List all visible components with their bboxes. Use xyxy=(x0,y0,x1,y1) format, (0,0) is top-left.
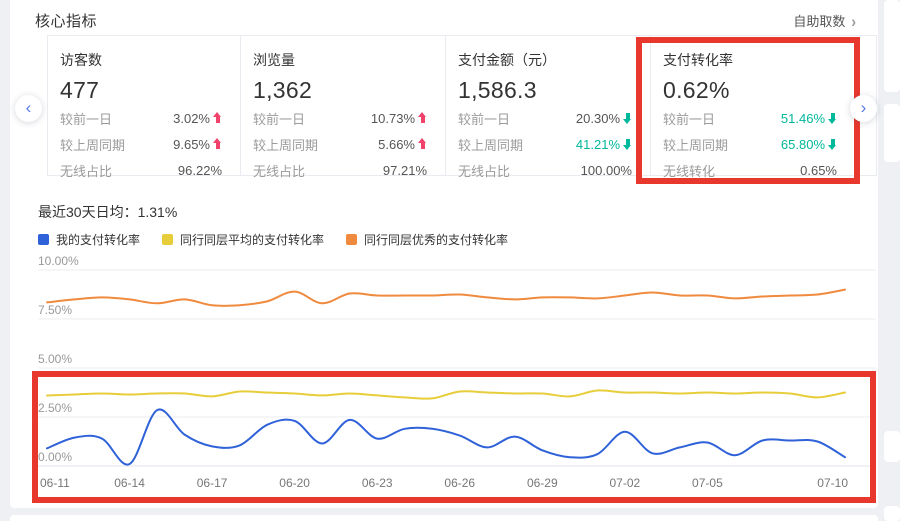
x-axis-tick: 06-17 xyxy=(197,476,228,490)
card-title: 支付金额（元） xyxy=(458,50,632,70)
metric-card-payment-amount[interactable]: 支付金额（元） 1,586.3 较前一日 20.30% 较上周同期 41.21%… xyxy=(445,36,650,175)
metric-row: 无线占比 97.21% xyxy=(253,158,427,182)
metric-row-value: 96.22% xyxy=(178,163,222,178)
trend-arrow-icon xyxy=(623,112,632,124)
page-title: 核心指标 xyxy=(35,10,97,31)
self-service-data-link[interactable]: 自助取数 › xyxy=(793,11,856,30)
x-axis-tick: 07-05 xyxy=(692,476,723,490)
metric-row: 较上周同期 9.65% xyxy=(60,132,222,156)
metric-row-label: 较上周同期 xyxy=(458,135,523,154)
metric-row-label: 无线占比 xyxy=(458,161,510,180)
metric-row: 较上周同期 65.80% xyxy=(663,132,837,156)
chevron-left-icon: ‹ xyxy=(26,99,32,116)
metric-row: 无线占比 100.00% xyxy=(458,158,632,182)
metric-row-value: 5.66% xyxy=(378,137,427,152)
metric-row-label: 较前一日 xyxy=(60,109,112,128)
x-axis-tick: 06-20 xyxy=(279,476,310,490)
x-axis-tick: 06-26 xyxy=(444,476,475,490)
adjacent-panel xyxy=(884,0,900,92)
legend-label: 同行同层平均的支付转化率 xyxy=(180,231,324,248)
legend-swatch-orange xyxy=(346,234,357,245)
metric-card-visitors[interactable]: 访客数 477 较前一日 3.02% 较上周同期 9.65% 无线占比 96.2… xyxy=(47,36,240,175)
card-value: 0.62% xyxy=(663,77,837,104)
next-section-panel xyxy=(10,515,878,521)
metric-row: 较前一日 10.73% xyxy=(253,106,427,130)
x-axis-tick: 06-23 xyxy=(362,476,393,490)
dashboard-screen: 核心指标 自助取数 › 访客数 477 较前一日 3.02% 较上周同期 9.6… xyxy=(0,0,900,521)
carousel-next-button[interactable]: › xyxy=(850,95,877,122)
x-axis-tick: 06-14 xyxy=(114,476,145,490)
metric-row-label: 无线转化 xyxy=(663,161,715,180)
line-peer-excellent-conversion xyxy=(47,290,845,306)
metric-row-label: 较上周同期 xyxy=(663,135,728,154)
legend-label: 我的支付转化率 xyxy=(56,231,140,248)
chart-title: 最近30天日均：1.31% xyxy=(38,202,177,222)
x-axis-tick: 07-10 xyxy=(817,476,848,490)
adjacent-panel xyxy=(884,104,900,162)
card-value: 1,362 xyxy=(253,77,427,104)
metric-row-value: 41.21% xyxy=(576,137,632,152)
metric-row-label: 较上周同期 xyxy=(60,135,125,154)
legend-swatch-yellow xyxy=(162,234,173,245)
metric-row: 无线占比 96.22% xyxy=(60,158,222,182)
metric-row-value: 9.65% xyxy=(173,137,222,152)
card-title: 浏览量 xyxy=(253,50,427,70)
metric-card-conversion-rate[interactable]: 支付转化率 0.62% 较前一日 51.46% 较上周同期 65.80% 无线转… xyxy=(650,36,855,175)
metric-row-label: 较上周同期 xyxy=(253,135,318,154)
metric-row-value: 10.73% xyxy=(371,111,427,126)
metric-row: 较上周同期 41.21% xyxy=(458,132,632,156)
metric-row-value: 97.21% xyxy=(383,163,427,178)
card-value: 477 xyxy=(60,77,222,104)
metric-card-pageviews[interactable]: 浏览量 1,362 较前一日 10.73% 较上周同期 5.66% 无线占比 9… xyxy=(240,36,445,175)
adjacent-panel xyxy=(884,431,900,462)
metric-row: 无线转化 0.65% xyxy=(663,158,837,182)
trend-arrow-icon xyxy=(418,138,427,150)
metric-row-label: 较前一日 xyxy=(458,109,510,128)
arrow-right-icon: › xyxy=(851,11,856,30)
trend-arrow-icon xyxy=(213,112,222,124)
legend-item-peer-average[interactable]: 同行同层平均的支付转化率 xyxy=(162,231,324,248)
card-title: 支付转化率 xyxy=(663,50,837,70)
metric-row-label: 无线占比 xyxy=(253,161,305,180)
trend-arrow-icon xyxy=(418,112,427,124)
legend-label: 同行同层优秀的支付转化率 xyxy=(364,231,508,248)
carousel-prev-button[interactable]: ‹ xyxy=(15,95,42,122)
metric-row-value: 0.65% xyxy=(800,163,837,178)
metric-row: 较前一日 51.46% xyxy=(663,106,837,130)
metric-row-value: 20.30% xyxy=(576,111,632,126)
x-axis-tick: 06-11 xyxy=(40,476,70,490)
line-my-conversion xyxy=(47,409,845,464)
x-axis-tick: 06-29 xyxy=(527,476,558,490)
metric-row-label: 无线占比 xyxy=(60,161,112,180)
chart-legend: 我的支付转化率 同行同层平均的支付转化率 同行同层优秀的支付转化率 xyxy=(38,231,508,248)
metric-row-value: 65.80% xyxy=(781,137,837,152)
x-axis: 06-11 06-14 06-17 06-20 06-23 06-26 06-29 07-02… xyxy=(0,476,900,492)
chevron-right-icon: › xyxy=(861,99,867,116)
metric-row: 较上周同期 5.66% xyxy=(253,132,427,156)
trend-arrow-icon xyxy=(828,112,837,124)
x-axis-tick: 07-02 xyxy=(609,476,640,490)
metric-row-value: 100.00% xyxy=(581,163,632,178)
legend-item-peer-excellent[interactable]: 同行同层优秀的支付转化率 xyxy=(346,231,508,248)
metric-row-label: 较前一日 xyxy=(663,109,715,128)
card-value: 1,586.3 xyxy=(458,77,632,104)
line-peer-average-conversion xyxy=(47,390,845,398)
trend-arrow-icon xyxy=(623,138,632,150)
legend-item-my-conversion[interactable]: 我的支付转化率 xyxy=(38,231,140,248)
metric-row: 较前一日 3.02% xyxy=(60,106,222,130)
conversion-trend-chart xyxy=(38,255,878,471)
trend-arrow-icon xyxy=(213,138,222,150)
card-title: 访客数 xyxy=(60,50,222,70)
metric-row-value: 51.46% xyxy=(781,111,837,126)
adjacent-panel xyxy=(884,506,900,521)
metric-row-value: 3.02% xyxy=(173,111,222,126)
metric-row-label: 较前一日 xyxy=(253,109,305,128)
metric-row: 较前一日 20.30% xyxy=(458,106,632,130)
trend-arrow-icon xyxy=(828,138,837,150)
legend-swatch-blue xyxy=(38,234,49,245)
